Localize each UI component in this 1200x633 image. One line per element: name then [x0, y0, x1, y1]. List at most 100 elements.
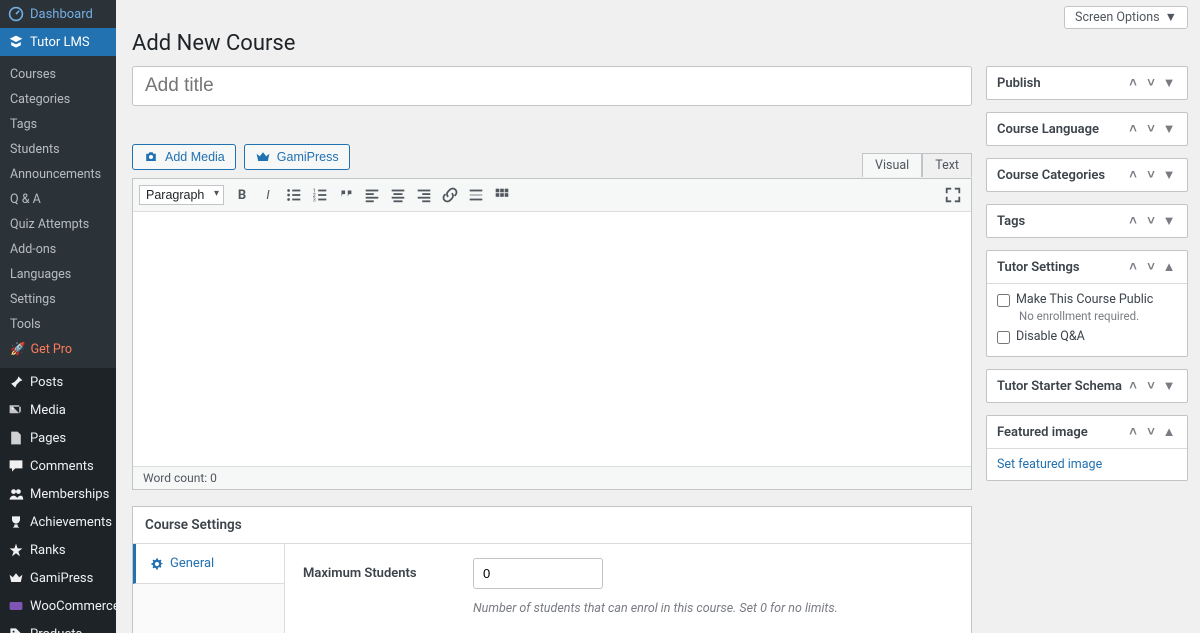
- max-students-input[interactable]: [473, 558, 603, 589]
- sidebar-dashboard[interactable]: Dashboard: [0, 0, 116, 28]
- public-course-checkbox[interactable]: [997, 294, 1010, 307]
- move-up-icon[interactable]: ˄: [1125, 259, 1141, 275]
- readmore-button[interactable]: [464, 183, 488, 207]
- editor-box: Visual Text Paragraph B I 123: [132, 178, 972, 490]
- move-down-icon[interactable]: ˅: [1143, 259, 1159, 275]
- sidebar-label: GamiPress: [30, 571, 93, 586]
- sidebar-gamipress[interactable]: GamiPress: [0, 564, 116, 592]
- sidebar-tutor-lms[interactable]: Tutor LMS: [0, 28, 116, 56]
- editor-tab-text[interactable]: Text: [922, 153, 972, 177]
- toggle-icon[interactable]: ▼: [1161, 121, 1177, 137]
- toggle-icon[interactable]: ▲: [1161, 424, 1177, 440]
- toggle-icon[interactable]: ▼: [1161, 378, 1177, 394]
- sidebar-submenu: Courses Categories Tags Students Announc…: [0, 56, 116, 368]
- sidebar-posts[interactable]: Posts: [0, 368, 116, 396]
- sub-tags[interactable]: Tags: [0, 112, 116, 137]
- set-featured-link[interactable]: Set featured image: [997, 457, 1102, 472]
- sidebar-ranks[interactable]: Ranks: [0, 536, 116, 564]
- move-down-icon[interactable]: ˅: [1143, 75, 1159, 91]
- move-down-icon[interactable]: ˅: [1143, 378, 1159, 394]
- toggle-icon[interactable]: ▼: [1161, 75, 1177, 91]
- public-course-help: No enrollment required.: [1019, 309, 1177, 323]
- disable-qa-checkbox[interactable]: [997, 331, 1010, 344]
- fullscreen-button[interactable]: [941, 183, 965, 207]
- sidebar-label: Pages: [30, 431, 66, 446]
- word-count: Word count: 0: [133, 466, 971, 489]
- metabox-publish: Publish ˄˅▼: [986, 66, 1188, 100]
- editor-tab-visual[interactable]: Visual: [862, 153, 922, 177]
- move-down-icon[interactable]: ˅: [1143, 121, 1159, 137]
- sidebar-label: Posts: [30, 375, 63, 390]
- ranks-icon: [8, 542, 24, 558]
- move-up-icon[interactable]: ˄: [1125, 167, 1141, 183]
- sub-categories[interactable]: Categories: [0, 87, 116, 112]
- toggle-icon[interactable]: ▲: [1161, 259, 1177, 275]
- pin-icon: [8, 374, 24, 390]
- woo-icon: [8, 598, 24, 614]
- dashboard-icon: [8, 6, 24, 22]
- move-up-icon[interactable]: ˄: [1125, 75, 1141, 91]
- sub-languages[interactable]: Languages: [0, 262, 116, 287]
- toggle-icon[interactable]: ▼: [1161, 213, 1177, 229]
- sidebar-label: Dashboard: [30, 7, 93, 22]
- camera-icon: [143, 149, 159, 165]
- move-up-icon[interactable]: ˄: [1125, 121, 1141, 137]
- sub-announcements[interactable]: Announcements: [0, 162, 116, 187]
- trophy-icon: [8, 514, 24, 530]
- move-down-icon[interactable]: ˅: [1143, 213, 1159, 229]
- align-right-button[interactable]: [412, 183, 436, 207]
- sub-courses[interactable]: Courses: [0, 62, 116, 87]
- sidebar-pages[interactable]: Pages: [0, 424, 116, 452]
- caret-down-icon: ▼: [1165, 10, 1177, 25]
- link-button[interactable]: [438, 183, 462, 207]
- add-media-button[interactable]: Add Media: [132, 144, 236, 170]
- quote-button[interactable]: [334, 183, 358, 207]
- move-up-icon[interactable]: ˄: [1125, 213, 1141, 229]
- crown-icon: [8, 570, 24, 586]
- course-title-input[interactable]: [132, 66, 972, 106]
- move-up-icon[interactable]: ˄: [1125, 378, 1141, 394]
- sub-settings[interactable]: Settings: [0, 287, 116, 312]
- sidebar-media[interactable]: Media: [0, 396, 116, 424]
- tags-title: Tags: [997, 214, 1025, 229]
- number-list-button[interactable]: 123: [308, 183, 332, 207]
- toolbar-toggle-button[interactable]: [490, 183, 514, 207]
- editor-textarea[interactable]: [133, 212, 971, 466]
- sidebar-label: Ranks: [30, 543, 66, 558]
- move-up-icon[interactable]: ˄: [1125, 424, 1141, 440]
- sidebar-products[interactable]: Products: [0, 620, 116, 633]
- sub-qa[interactable]: Q & A: [0, 187, 116, 212]
- sidebar-woocommerce[interactable]: WooCommerce: [0, 592, 116, 620]
- sub-addons[interactable]: Add-ons: [0, 237, 116, 262]
- publish-title: Publish: [997, 76, 1041, 91]
- sub-students[interactable]: Students: [0, 137, 116, 162]
- align-left-button[interactable]: [360, 183, 384, 207]
- sidebar-memberships[interactable]: Memberships: [0, 480, 116, 508]
- sidebar-label: Memberships: [30, 487, 109, 502]
- toggle-icon[interactable]: ▼: [1161, 167, 1177, 183]
- move-down-icon[interactable]: ˅: [1143, 167, 1159, 183]
- sub-quiz-attempts[interactable]: Quiz Attempts: [0, 212, 116, 237]
- bullet-list-button[interactable]: [282, 183, 306, 207]
- sub-get-pro[interactable]: 🚀 Get Pro: [0, 337, 116, 362]
- bold-button[interactable]: B: [230, 183, 254, 207]
- general-tab-label: General: [170, 556, 214, 571]
- media-icon: [8, 402, 24, 418]
- italic-button[interactable]: I: [256, 183, 280, 207]
- sidebar-achievements[interactable]: Achievements: [0, 508, 116, 536]
- tutor-settings-title: Tutor Settings: [997, 260, 1080, 275]
- comment-icon: [8, 458, 24, 474]
- metabox-tutor-settings: Tutor Settings ˄˅▲ Make This Course Publ…: [986, 250, 1188, 357]
- sidebar-label: Comments: [30, 459, 94, 474]
- format-select[interactable]: Paragraph: [139, 185, 224, 205]
- public-course-label: Make This Course Public: [1016, 292, 1153, 307]
- gamipress-button[interactable]: GamiPress: [244, 144, 350, 170]
- sub-tools[interactable]: Tools: [0, 312, 116, 337]
- max-students-help: Number of students that can enrol in thi…: [473, 601, 953, 616]
- move-down-icon[interactable]: ˅: [1143, 424, 1159, 440]
- align-center-button[interactable]: [386, 183, 410, 207]
- svg-text:3: 3: [313, 197, 316, 203]
- screen-options-button[interactable]: Screen Options ▼: [1064, 6, 1188, 29]
- sidebar-comments[interactable]: Comments: [0, 452, 116, 480]
- general-tab[interactable]: General: [133, 544, 284, 584]
